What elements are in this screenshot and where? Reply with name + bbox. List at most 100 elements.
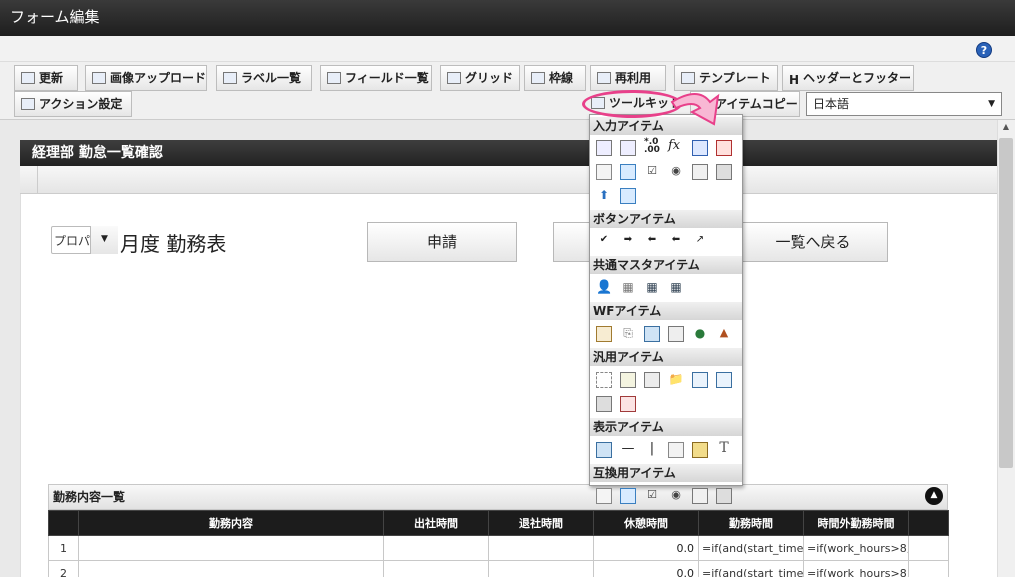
start-time-cell[interactable] (383, 560, 489, 577)
grid-input-icon[interactable] (620, 188, 636, 204)
image-upload-button[interactable]: 画像アップロード (85, 65, 207, 91)
column-header: 勤務時間 (698, 510, 804, 536)
grid-button[interactable]: グリッド (440, 65, 520, 91)
field-list-button[interactable]: フィールド一覧 (320, 65, 432, 91)
extra-cell (908, 560, 949, 577)
frame-icon[interactable] (596, 372, 612, 388)
extra-cell (908, 535, 949, 561)
reuse-button[interactable]: 再利用 (590, 65, 666, 91)
label-list-button[interactable]: ラベル一覧 (216, 65, 312, 91)
approver-icon[interactable]: ● (692, 326, 708, 342)
next-button-icon[interactable]: ➡ (620, 234, 636, 250)
submit-button-icon[interactable]: ✔ (596, 234, 612, 250)
label-list-icon (223, 72, 237, 84)
radio-icon[interactable]: ◉ (668, 164, 684, 180)
end-time-cell[interactable] (488, 535, 594, 561)
user-icon[interactable]: 👤 (596, 280, 612, 296)
template-icon (681, 72, 695, 84)
chevron-down-icon[interactable]: ▼ (90, 226, 118, 254)
select-icon[interactable] (596, 164, 612, 180)
hidden-button[interactable] (553, 222, 593, 262)
column-header: 退社時間 (488, 510, 594, 536)
header-footer-button[interactable]: H ヘッダーとフッター (782, 65, 914, 91)
organization-icon[interactable]: ▦ (620, 280, 636, 296)
start-time-cell[interactable] (383, 535, 489, 561)
work-hours-cell[interactable]: =if(and(start_time> (698, 560, 804, 577)
user-org-icon[interactable]: ▦ (644, 280, 660, 296)
header-footer-icon: H (789, 73, 800, 87)
link-button-icon[interactable]: ↗ (692, 234, 708, 250)
file-upload-icon[interactable]: ⬆ (596, 188, 612, 204)
date-icon[interactable] (692, 140, 708, 156)
scroll-up-icon[interactable]: ▲ (999, 122, 1013, 134)
border-button[interactable]: 枠線 (524, 65, 586, 91)
back-to-list-button[interactable]: 一覧へ戻る (738, 222, 888, 262)
camera-icon[interactable] (644, 372, 660, 388)
break-time-cell[interactable]: 0.0 (593, 560, 699, 577)
back-button-icon[interactable]: ⬅ (644, 234, 660, 250)
text-icon[interactable]: T (716, 440, 732, 456)
column-header: 勤務内容 (78, 510, 384, 536)
form-title: 経理部 勤怠一覧確認 (20, 140, 997, 166)
compat-listbox-icon[interactable] (620, 488, 636, 504)
field-list-icon (327, 72, 341, 84)
image-icon[interactable] (644, 326, 660, 342)
collapse-icon[interactable]: ▲ (925, 487, 943, 505)
work-hours-cell[interactable]: =if(and(start_time> (698, 535, 804, 561)
attachment-icon[interactable]: ⎘ (620, 326, 636, 342)
compat-radio-icon[interactable]: ◉ (668, 488, 684, 504)
textarea-icon[interactable] (620, 140, 636, 156)
textbox-icon[interactable] (596, 140, 612, 156)
compat-dual-list-icon[interactable] (716, 488, 732, 504)
export-icon[interactable] (692, 372, 708, 388)
vertical-line-icon[interactable]: | (644, 441, 660, 457)
panel-icon[interactable] (596, 396, 612, 412)
position-icon[interactable]: ▦ (668, 280, 684, 296)
box-icon[interactable] (668, 442, 684, 458)
column-header-extra (908, 510, 949, 536)
clipboard-icon[interactable] (596, 326, 612, 342)
toolkit-section-general: 汎用アイテム (590, 348, 742, 366)
datetime-icon[interactable] (716, 140, 732, 156)
column-header: 時間外勤務時間 (803, 510, 909, 536)
overtime-cell[interactable]: =if(work_hours>8, (803, 535, 909, 561)
table-row: 2 0.0 =if(and(start_time> =if(work_hours… (48, 560, 949, 577)
history-icon[interactable] (668, 326, 684, 342)
border-icon (531, 72, 545, 84)
row-number: 1 (48, 535, 79, 561)
stamp-icon[interactable]: ▲ (716, 326, 732, 342)
label-icon[interactable] (596, 442, 612, 458)
action-settings-button[interactable]: アクション設定 (14, 91, 132, 117)
overtime-cell[interactable]: =if(work_hours>8, (803, 560, 909, 577)
window-title: フォーム編集 (0, 0, 1015, 36)
scrollbar-thumb[interactable] (999, 138, 1013, 468)
document-icon[interactable] (620, 372, 636, 388)
end-time-cell[interactable] (488, 560, 594, 577)
work-content-cell[interactable] (78, 535, 384, 561)
compat-checkbox-icon[interactable]: ☑ (644, 488, 660, 504)
apply-button[interactable]: 申請 (367, 222, 517, 262)
folder-icon[interactable]: 📁 (668, 372, 684, 388)
work-table: 勤務内容 出社時間 退社時間 休憩時間 勤務時間 時間外勤務時間 1 0.0 =… (48, 510, 949, 577)
formula-icon[interactable]: fx (668, 138, 684, 154)
work-content-cell[interactable] (78, 560, 384, 577)
card-icon[interactable] (620, 396, 636, 412)
combo-icon[interactable] (692, 164, 708, 180)
highlight-ring (582, 90, 682, 118)
dual-list-icon[interactable] (716, 164, 732, 180)
checkbox-icon[interactable]: ☑ (644, 164, 660, 180)
import-icon[interactable] (716, 372, 732, 388)
compat-combo-icon[interactable] (692, 488, 708, 504)
number-icon[interactable]: *.0.00 (644, 138, 660, 155)
listbox-icon[interactable] (620, 164, 636, 180)
return-button-icon[interactable]: ⬅ (668, 234, 684, 250)
language-select[interactable]: 日本語 ▼ (806, 92, 1002, 116)
update-button[interactable]: 更新 (14, 65, 78, 91)
chevron-down-icon: ▼ (988, 99, 995, 109)
horizontal-line-icon[interactable]: — (620, 441, 636, 457)
compat-select-icon[interactable] (596, 488, 612, 504)
callout-arrow-icon (670, 93, 720, 126)
display-image-icon[interactable] (692, 442, 708, 458)
help-icon[interactable]: ? (976, 42, 992, 58)
break-time-cell[interactable]: 0.0 (593, 535, 699, 561)
